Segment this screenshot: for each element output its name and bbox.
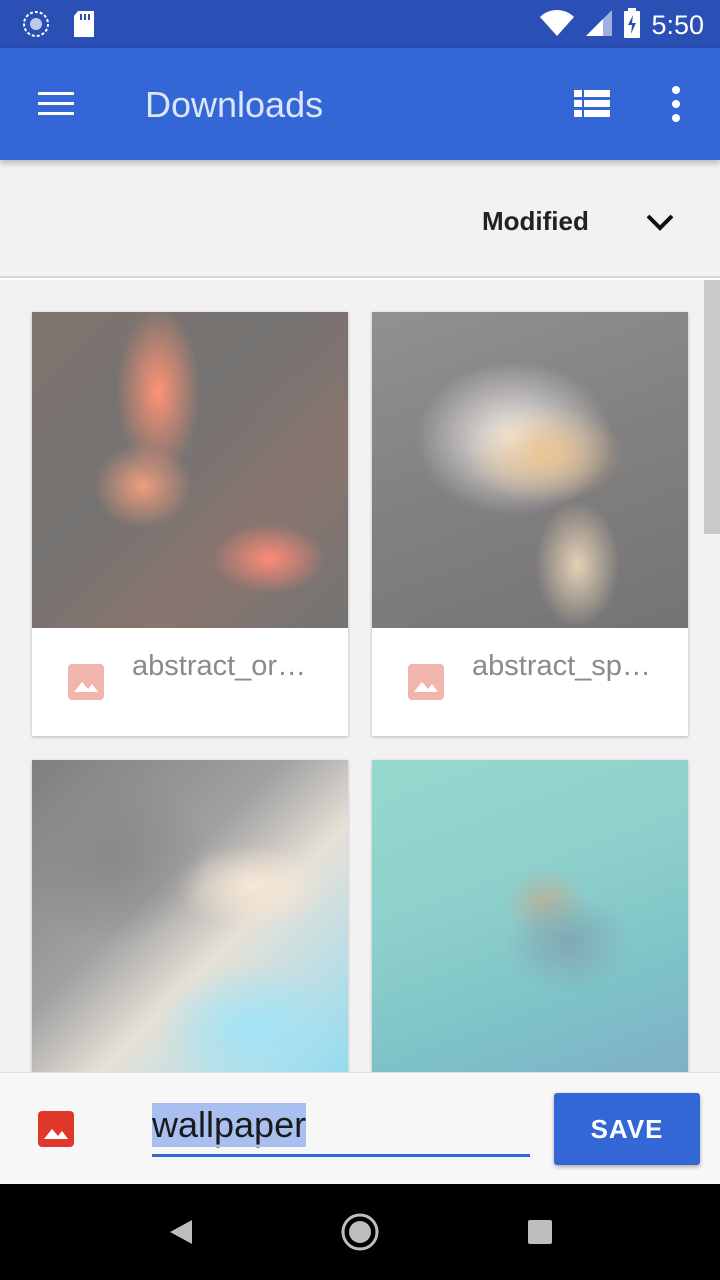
more-options-button[interactable] [656, 78, 696, 130]
file-card[interactable]: abstract_sp… [372, 312, 688, 736]
file-name: abstract_or… [132, 650, 307, 682]
file-name: abstract_sp… [472, 650, 651, 682]
wifi-icon [539, 9, 575, 42]
more-vert-icon [656, 86, 696, 134]
menu-button[interactable] [28, 84, 84, 124]
menu-icon [28, 92, 84, 128]
file-grid[interactable]: abstract_or… abstract_sp… [0, 280, 720, 1072]
signal-icon [585, 9, 613, 42]
image-icon [408, 664, 444, 700]
back-icon[interactable] [164, 1214, 200, 1250]
file-thumbnail [32, 760, 348, 1072]
scrollbar[interactable] [704, 280, 720, 534]
save-button[interactable]: SAVE [554, 1093, 700, 1165]
sync-icon [22, 10, 50, 43]
file-thumbnail [32, 312, 348, 628]
status-bar: 5:50 [0, 0, 720, 48]
home-icon[interactable] [340, 1212, 380, 1252]
list-view-icon [568, 90, 618, 128]
recents-icon[interactable] [526, 1218, 554, 1246]
clock: 5:50 [651, 10, 704, 40]
list-view-button[interactable] [568, 84, 618, 124]
navigation-bar [0, 1184, 720, 1280]
app-bar: Downloads [0, 48, 720, 160]
battery-charging-icon [623, 8, 641, 43]
file-card[interactable]: abstract_or… [32, 312, 348, 736]
sort-row: Modified [0, 160, 720, 278]
file-thumbnail [372, 760, 688, 1072]
sd-card-icon [72, 10, 96, 43]
selected-filename-text: wallpaper [152, 1103, 307, 1147]
page-title: Downloads [145, 84, 324, 125]
file-card[interactable] [372, 760, 688, 1072]
image-icon [68, 664, 104, 700]
save-bar: wallpaper SAVE [0, 1072, 720, 1184]
file-card[interactable] [32, 760, 348, 1072]
image-icon [38, 1111, 74, 1147]
sort-dropdown-label[interactable]: Modified [482, 206, 589, 237]
file-thumbnail [372, 312, 688, 628]
chevron-down-icon[interactable] [640, 202, 680, 242]
